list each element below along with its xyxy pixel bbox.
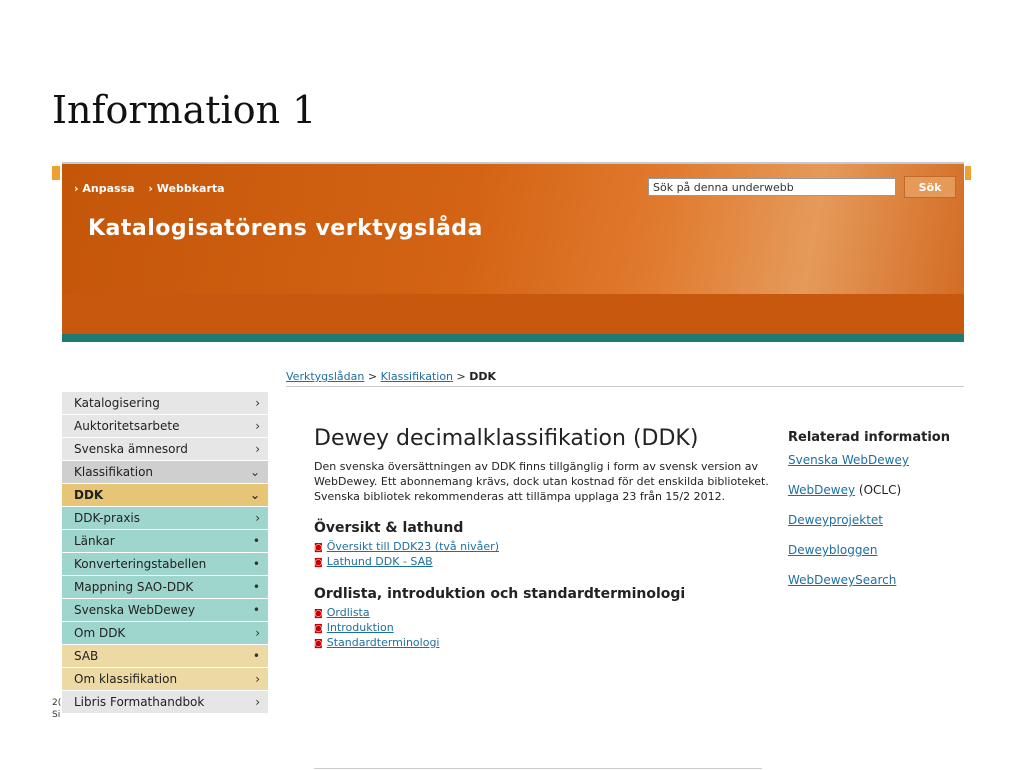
sidebar-item-label: Konverteringstabellen xyxy=(74,557,207,571)
sidebar-item-label: Svenska ämnesord xyxy=(74,442,188,456)
sidebar-item-libris-formathandbok[interactable]: Libris Formathandbok › xyxy=(62,691,268,714)
pdf-link-introduktion[interactable]: ◙ Introduktion xyxy=(314,621,774,636)
pdf-icon: ◙ xyxy=(314,624,323,634)
breadcrumb-current: DDK xyxy=(469,370,497,383)
bullet-icon: • xyxy=(252,557,260,571)
sidebar-item-label: SAB xyxy=(74,649,99,663)
slide-title: Information 1 xyxy=(52,88,317,132)
sidebar-item-lankar[interactable]: Länkar • xyxy=(62,530,268,553)
related-link-webdeweysearch[interactable]: WebDeweySearch xyxy=(788,573,896,587)
bullet-icon: • xyxy=(252,580,260,594)
sidebar-item-svenska-amnesord[interactable]: Svenska ämnesord › xyxy=(62,438,268,461)
chevron-right-icon: › xyxy=(255,626,260,640)
sidebar-item-sab[interactable]: SAB • xyxy=(62,645,268,668)
slide-accent-left xyxy=(52,166,60,180)
link-text: Introduktion xyxy=(326,621,394,634)
pdf-link-oversikt[interactable]: ◙ Översikt till DDK23 (två nivåer) xyxy=(314,540,774,555)
related-link-note: (OCLC) xyxy=(855,483,902,497)
chevron-right-icon: › xyxy=(255,511,260,525)
sidebar-item-label: Klassifikation xyxy=(74,465,154,479)
main-content: Dewey decimalklassifikation (DDK) Den sv… xyxy=(314,426,774,651)
bullet-icon: • xyxy=(252,603,260,617)
pdf-link-ordlista[interactable]: ◙ Ordlista xyxy=(314,606,774,621)
intro-text: Den svenska översättningen av DDK finns … xyxy=(314,460,769,503)
related-item: Svenska WebDewey xyxy=(788,453,958,467)
site-title[interactable]: Katalogisatörens verktygslåda xyxy=(88,216,483,241)
sidebar-item-label: Svenska WebDewey xyxy=(74,603,195,617)
related-link-svenska-webdewey[interactable]: Svenska WebDewey xyxy=(788,453,909,467)
sidebar-item-label: Om DDK xyxy=(74,626,126,640)
link-text: Standardterminologi xyxy=(326,636,440,649)
page-title: Dewey decimalklassifikation (DDK) xyxy=(314,426,699,451)
slide-footer-text: 2( xyxy=(52,698,62,708)
top-links: › Anpassa › Webbkarta xyxy=(74,182,235,195)
sidebar-item-label: Auktoritetsarbete xyxy=(74,419,180,433)
pdf-link-standardterminologi[interactable]: ◙ Standardterminologi xyxy=(314,636,774,651)
chevron-right-icon: › xyxy=(255,396,260,410)
section-heading-ordlista: Ordlista, introduktion och standardtermi… xyxy=(314,586,686,602)
search-button[interactable]: Sök xyxy=(904,176,956,198)
breadcrumb-link-verktygsladan[interactable]: Verktygslådan xyxy=(286,370,364,383)
chevron-right-icon: › xyxy=(255,695,260,709)
sidebar-item-ddk[interactable]: DDK ⌄ xyxy=(62,484,268,507)
sidebar-item-label: Mappning SAO-DDK xyxy=(74,580,194,594)
header-band xyxy=(62,294,964,334)
related-item: Deweyprojektet xyxy=(788,513,958,527)
breadcrumb-divider xyxy=(286,386,964,387)
breadcrumb-separator: > xyxy=(367,370,378,383)
link-text: Översikt till DDK23 (två nivåer) xyxy=(326,540,499,553)
related-link-webdewey[interactable]: WebDewey xyxy=(788,483,855,497)
bullet-icon: • xyxy=(252,649,260,663)
related-item: Deweybloggen xyxy=(788,543,958,557)
slide-accent-right xyxy=(965,166,971,180)
breadcrumb-separator: > xyxy=(456,370,466,383)
sidebar-item-om-klassifikation[interactable]: Om klassifikation › xyxy=(62,668,268,691)
pdf-link-lathund[interactable]: ◙ Lathund DDK - SAB xyxy=(314,555,774,570)
sidebar-item-label: Om klassifikation xyxy=(74,672,178,686)
pdf-icon: ◙ xyxy=(314,558,323,568)
related-link-deweyprojektet[interactable]: Deweyprojektet xyxy=(788,513,883,527)
bullet-icon: • xyxy=(252,534,260,548)
chevron-down-icon: ⌄ xyxy=(249,488,260,502)
sidebar-item-mappning-sao-ddk[interactable]: Mappning SAO-DDK • xyxy=(62,576,268,599)
slide-footer-text: Si xyxy=(52,710,61,720)
header-teal-strip xyxy=(62,334,964,342)
chevron-right-icon: › xyxy=(255,419,260,433)
sidebar-item-ddk-praxis[interactable]: DDK-praxis › xyxy=(62,507,268,530)
chevron-right-icon: › xyxy=(255,672,260,686)
breadcrumb-link-klassifikation[interactable]: Klassifikation xyxy=(381,370,453,383)
sidebar-item-katalogisering[interactable]: Katalogisering › xyxy=(62,392,268,415)
related-info-panel: Relaterad information Svenska WebDewey W… xyxy=(788,430,958,603)
related-item: WebDeweySearch xyxy=(788,573,958,587)
webbkarta-link[interactable]: › Webbkarta xyxy=(148,182,224,195)
sidebar-item-klassifikation[interactable]: Klassifikation ⌄ xyxy=(62,461,268,484)
sidebar-item-label: DDK xyxy=(74,488,104,502)
content-divider xyxy=(314,768,762,769)
search-input[interactable]: Sök på denna underwebb xyxy=(648,178,896,196)
chevron-down-icon: ⌄ xyxy=(249,465,260,479)
sidebar-item-om-ddk[interactable]: Om DDK › xyxy=(62,622,268,645)
pdf-icon: ◙ xyxy=(314,639,323,649)
pdf-icon: ◙ xyxy=(314,543,323,553)
section-heading-oversikt: Översikt & lathund xyxy=(314,520,464,536)
sidebar-item-label: Libris Formathandbok xyxy=(74,695,205,709)
sidebar-item-label: DDK-praxis xyxy=(74,511,141,525)
link-text: Ordlista xyxy=(326,606,370,619)
related-item: WebDewey (OCLC) xyxy=(788,483,958,497)
webpage-screenshot: › Anpassa › Webbkarta Katalogisatörens v… xyxy=(62,162,964,770)
link-text: Lathund DDK - SAB xyxy=(326,555,433,568)
sidebar-item-label: Katalogisering xyxy=(74,396,160,410)
related-link-deweybloggen[interactable]: Deweybloggen xyxy=(788,543,877,557)
site-header: › Anpassa › Webbkarta Katalogisatörens v… xyxy=(62,164,964,334)
sidebar-item-svenska-webdewey[interactable]: Svenska WebDewey • xyxy=(62,599,268,622)
sidebar-item-auktoritetsarbete[interactable]: Auktoritetsarbete › xyxy=(62,415,268,438)
anpassa-link[interactable]: › Anpassa xyxy=(74,182,135,195)
breadcrumb: Verktygslådan > Klassifikation > DDK xyxy=(286,370,496,383)
sidebar-item-label: Länkar xyxy=(74,534,115,548)
sidebar-nav: Katalogisering › Auktoritetsarbete › Svens… xyxy=(62,392,268,714)
pdf-icon: ◙ xyxy=(314,609,323,619)
sidebar-item-konverteringstabellen[interactable]: Konverteringstabellen • xyxy=(62,553,268,576)
related-title: Relaterad information xyxy=(788,430,950,445)
chevron-right-icon: › xyxy=(255,442,260,456)
